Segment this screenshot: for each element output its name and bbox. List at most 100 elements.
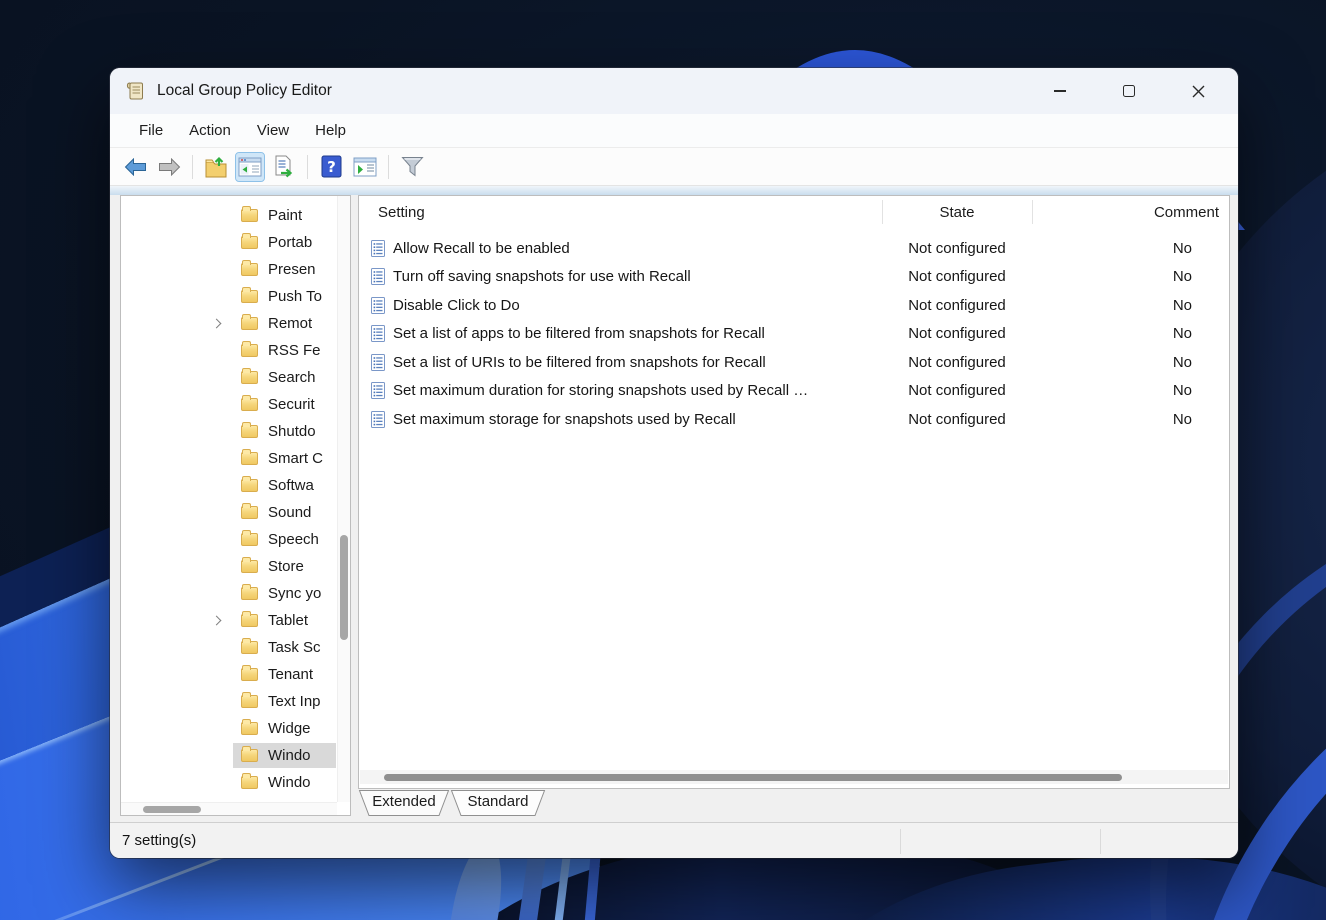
chevron-box[interactable]: [207, 590, 225, 597]
table-row[interactable]: Disable Click to Do Not configured No: [359, 291, 1229, 320]
export-list-button[interactable]: [270, 153, 298, 181]
tree-item[interactable]: Tablet: [121, 607, 337, 634]
chevron-box[interactable]: [207, 779, 225, 786]
chevron-box[interactable]: [207, 428, 225, 435]
table-row[interactable]: Turn off saving snapshots for use with R…: [359, 263, 1229, 292]
close-button[interactable]: [1166, 68, 1230, 114]
tree-item[interactable]: Remot: [121, 310, 337, 337]
setting-cell: Set maximum duration for storing snapsho…: [359, 382, 882, 399]
tree-item[interactable]: Widge: [121, 715, 337, 742]
tree-item[interactable]: Sound: [121, 499, 337, 526]
chevron-box[interactable]: [207, 752, 225, 759]
tree-item-label: Securit: [268, 396, 315, 413]
folder-icon: [241, 614, 258, 627]
setting-comment: No: [1032, 382, 1228, 399]
back-arrow-icon: [124, 158, 147, 176]
setting-comment: No: [1032, 297, 1228, 314]
tree-item[interactable]: Presen: [121, 256, 337, 283]
chevron-box[interactable]: [207, 212, 225, 219]
chevron-box[interactable]: [207, 347, 225, 354]
column-header-setting[interactable]: Setting: [359, 204, 882, 221]
chevron-box[interactable]: [207, 320, 225, 327]
policy-document-icon: [371, 268, 385, 285]
menu-help[interactable]: Help: [302, 122, 359, 139]
tree-item[interactable]: Securit: [121, 391, 337, 418]
menu-view[interactable]: View: [244, 122, 302, 139]
tree-item[interactable]: Text Inp: [121, 688, 337, 715]
list-horizontal-scrollbar[interactable]: [360, 770, 1228, 784]
tree-item[interactable]: Push To: [121, 283, 337, 310]
table-row[interactable]: Set a list of URIs to be filtered from s…: [359, 348, 1229, 377]
chevron-box[interactable]: [207, 563, 225, 570]
setting-cell: Set maximum storage for snapshots used b…: [359, 411, 882, 428]
tab-extended[interactable]: Extended: [358, 790, 450, 817]
maximize-button[interactable]: [1097, 68, 1161, 114]
menu-file[interactable]: File: [126, 122, 176, 139]
tree-horizontal-scrollbar-thumb[interactable]: [143, 806, 201, 813]
tree-item[interactable]: Paint: [121, 202, 337, 229]
tree-item[interactable]: Portab: [121, 229, 337, 256]
column-divider[interactable]: [882, 200, 883, 224]
folder-icon: [241, 776, 258, 789]
show-action-pane-button[interactable]: [351, 153, 379, 181]
back-button[interactable]: [121, 153, 149, 181]
chevron-box[interactable]: [207, 698, 225, 705]
tree-item-label: Tenant: [268, 666, 313, 683]
policy-document-icon: [371, 240, 385, 257]
tree-item[interactable]: Sync yo: [121, 580, 337, 607]
folder-icon: [241, 452, 258, 465]
chevron-box[interactable]: [207, 401, 225, 408]
tree-item[interactable]: Tenant: [121, 661, 337, 688]
chevron-box[interactable]: [207, 536, 225, 543]
tree-item[interactable]: Windo: [121, 742, 337, 769]
setting-comment: No: [1032, 240, 1228, 257]
filter-button[interactable]: [398, 153, 426, 181]
table-row[interactable]: Set maximum storage for snapshots used b…: [359, 405, 1229, 434]
chevron-right-icon: [211, 319, 221, 329]
up-one-level-button[interactable]: [202, 153, 230, 181]
column-header-state[interactable]: State: [882, 204, 1032, 221]
table-row[interactable]: Allow Recall to be enabled Not configure…: [359, 234, 1229, 263]
tree-item[interactable]: Search: [121, 364, 337, 391]
tree-item[interactable]: Softwa: [121, 472, 337, 499]
show-console-tree-button[interactable]: [236, 153, 264, 181]
list-horizontal-scrollbar-thumb[interactable]: [384, 774, 1122, 781]
tree-item-label: RSS Fe: [268, 342, 321, 359]
chevron-box[interactable]: [207, 482, 225, 489]
folder-icon: [241, 344, 258, 357]
minimize-button[interactable]: [1028, 68, 1092, 114]
chevron-box[interactable]: [207, 266, 225, 273]
tree-item[interactable]: Store: [121, 553, 337, 580]
menu-action[interactable]: Action: [176, 122, 244, 139]
chevron-box[interactable]: [207, 239, 225, 246]
chevron-box[interactable]: [207, 644, 225, 651]
tree-item[interactable]: Shutdo: [121, 418, 337, 445]
column-divider[interactable]: [1032, 200, 1033, 224]
tab-standard[interactable]: Standard: [450, 790, 546, 817]
chevron-box[interactable]: [207, 509, 225, 516]
table-row[interactable]: Set a list of apps to be filtered from s…: [359, 320, 1229, 349]
folder-icon: [241, 236, 258, 249]
column-header-comment[interactable]: Comment: [1032, 204, 1228, 221]
tree-items: Paint Portab Presen Push To Remot RSS Fe…: [121, 202, 337, 796]
setting-name: Set a list of URIs to be filtered from s…: [393, 354, 766, 371]
table-row[interactable]: Set maximum duration for storing snapsho…: [359, 377, 1229, 406]
chevron-box[interactable]: [207, 455, 225, 462]
tree-item[interactable]: RSS Fe: [121, 337, 337, 364]
chevron-box[interactable]: [207, 725, 225, 732]
chevron-box[interactable]: [207, 374, 225, 381]
folder-icon: [241, 290, 258, 303]
tree-item[interactable]: Task Sc: [121, 634, 337, 661]
tree-item[interactable]: Speech: [121, 526, 337, 553]
chevron-box[interactable]: [207, 617, 225, 624]
tree-horizontal-scrollbar[interactable]: [121, 802, 337, 815]
tree-item[interactable]: Smart C: [121, 445, 337, 472]
tree-vertical-scrollbar[interactable]: [337, 196, 350, 802]
chevron-box[interactable]: [207, 293, 225, 300]
forward-button[interactable]: [155, 153, 183, 181]
tree-vertical-scrollbar-thumb[interactable]: [340, 535, 348, 640]
chevron-box[interactable]: [207, 671, 225, 678]
help-button[interactable]: ?: [317, 153, 345, 181]
tree-item[interactable]: Windo: [121, 769, 337, 796]
title-bar[interactable]: Local Group Policy Editor: [110, 68, 1238, 114]
